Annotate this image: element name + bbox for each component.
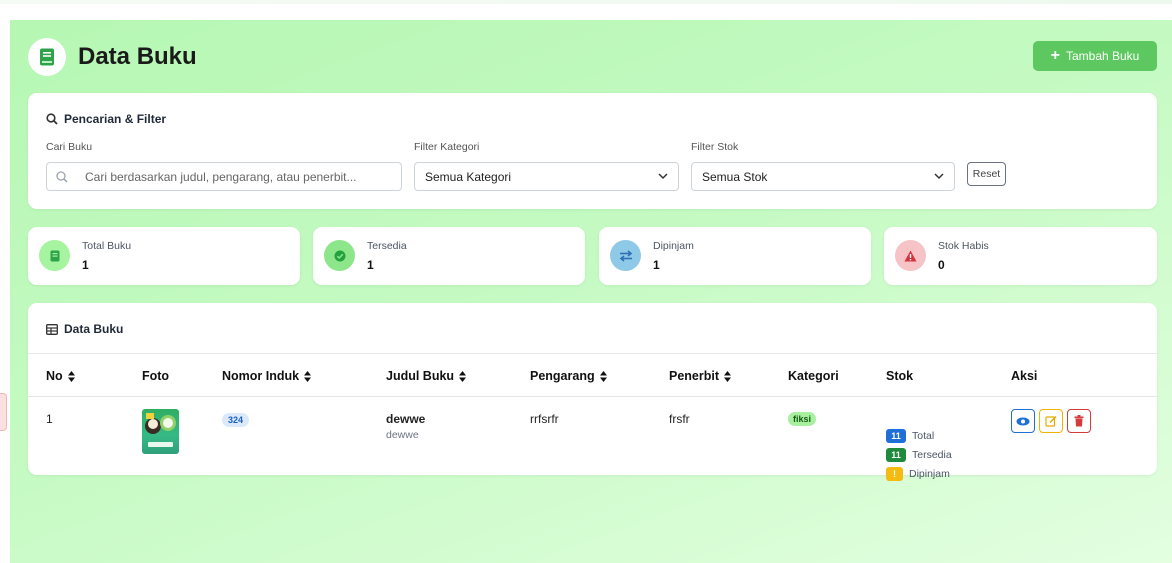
table-card: Data Buku No Foto Nomor Induk Judul Buku… bbox=[28, 303, 1157, 481]
plus-icon: + bbox=[1050, 47, 1060, 64]
filter-card: Pencarian & Filter Cari Buku Cari berdas… bbox=[28, 93, 1157, 209]
filter-title: Pencarian & Filter bbox=[46, 112, 166, 126]
stat-label: Dipinjam bbox=[653, 240, 694, 252]
column-header-kategori: Kategori bbox=[788, 369, 839, 383]
category-select-value: Semua Kategori bbox=[425, 169, 512, 184]
sort-icon bbox=[459, 370, 467, 382]
cell-no: 1 bbox=[46, 412, 53, 426]
chevron-down-icon bbox=[658, 173, 668, 180]
cell-judul: dewwe bbox=[386, 412, 426, 426]
sort-icon bbox=[724, 370, 732, 382]
reset-button[interactable]: Reset bbox=[967, 162, 1006, 186]
column-header-pengarang[interactable]: Pengarang bbox=[530, 369, 607, 383]
exchange-icon bbox=[610, 240, 641, 271]
search-placeholder: Cari berdasarkan judul, pengarang, atau … bbox=[85, 169, 357, 184]
check-circle-icon bbox=[324, 240, 355, 271]
column-label: Foto bbox=[142, 369, 170, 383]
column-label: Judul Buku bbox=[386, 369, 455, 383]
book-icon bbox=[39, 240, 70, 271]
sort-icon bbox=[67, 370, 75, 382]
view-button[interactable] bbox=[1011, 409, 1035, 433]
chevron-down-icon bbox=[934, 173, 944, 180]
stat-label: Total Buku bbox=[82, 240, 132, 252]
kategori-badge: fiksi bbox=[788, 412, 817, 426]
stat-card-out-of-stock: Stok Habis 0 bbox=[884, 227, 1157, 285]
column-label: No bbox=[46, 369, 63, 383]
search-icon bbox=[56, 170, 68, 182]
add-book-button[interactable]: + Tambah Buku bbox=[1033, 41, 1157, 71]
stock-select[interactable]: Semua Stok bbox=[691, 162, 955, 191]
sort-icon bbox=[599, 370, 607, 382]
category-label: Filter Kategori bbox=[414, 141, 480, 153]
stat-value: 1 bbox=[82, 258, 89, 272]
stok-tersedia-label: Tersedia bbox=[912, 449, 952, 461]
stok-total-count: 11 bbox=[886, 429, 906, 443]
stok-total: 11 Total bbox=[886, 429, 934, 443]
stat-card-available: Tersedia 1 bbox=[313, 227, 585, 285]
cell-pengarang: rrfsrfr bbox=[530, 412, 559, 426]
column-label: Stok bbox=[886, 369, 914, 383]
stat-value: 0 bbox=[938, 258, 945, 272]
edit-button[interactable] bbox=[1039, 409, 1063, 433]
page-title: Data Buku bbox=[78, 43, 197, 70]
stat-label: Tersedia bbox=[367, 240, 407, 252]
stat-value: 1 bbox=[367, 258, 374, 272]
nomor-induk-badge: 324 bbox=[222, 413, 250, 427]
sidebar-toggle-tab[interactable] bbox=[0, 393, 7, 431]
column-header-foto: Foto bbox=[142, 369, 169, 383]
search-icon bbox=[46, 113, 58, 125]
column-label: Aksi bbox=[1011, 369, 1038, 383]
warning-icon bbox=[895, 240, 926, 271]
stat-value: 1 bbox=[653, 258, 660, 272]
table-icon bbox=[46, 323, 58, 335]
stat-label: Stok Habis bbox=[938, 240, 989, 252]
stok-tersedia-count: 11 bbox=[886, 448, 906, 462]
stok-dipinjam-count: ! bbox=[886, 467, 903, 481]
column-label: Kategori bbox=[788, 369, 839, 383]
stok-dipinjam: ! Dipinjam bbox=[886, 467, 950, 481]
main-content: Data Buku + Tambah Buku Pencarian & Filt… bbox=[10, 20, 1172, 563]
column-header-penerbit[interactable]: Penerbit bbox=[669, 369, 732, 383]
column-header-stok: Stok bbox=[886, 369, 913, 383]
table-header: No Foto Nomor Induk Judul Buku Pengarang… bbox=[28, 353, 1157, 397]
stok-tersedia: 11 Tersedia bbox=[886, 448, 952, 462]
search-label: Cari Buku bbox=[46, 141, 93, 153]
add-book-label: Tambah Buku bbox=[1065, 49, 1140, 63]
stat-card-borrowed: Dipinjam 1 bbox=[599, 227, 871, 285]
table-title: Data Buku bbox=[46, 322, 123, 336]
stock-select-value: Semua Stok bbox=[702, 169, 768, 184]
column-header-judul-buku[interactable]: Judul Buku bbox=[386, 369, 467, 383]
stock-label: Filter Stok bbox=[691, 141, 739, 153]
column-header-nomor-induk[interactable]: Nomor Induk bbox=[222, 369, 312, 383]
column-label: Pengarang bbox=[530, 369, 595, 383]
book-cover-image[interactable] bbox=[142, 409, 179, 454]
top-border bbox=[0, 0, 1172, 4]
delete-button[interactable] bbox=[1067, 409, 1091, 433]
cell-penerbit: frsfr bbox=[669, 412, 690, 426]
eye-icon bbox=[1016, 417, 1030, 425]
column-header-no[interactable]: No bbox=[46, 369, 75, 383]
stat-card-total: Total Buku 1 bbox=[28, 227, 300, 285]
category-select[interactable]: Semua Kategori bbox=[414, 162, 679, 191]
sort-icon bbox=[304, 370, 312, 382]
column-label: Penerbit bbox=[669, 369, 720, 383]
column-label: Nomor Induk bbox=[222, 369, 300, 383]
book-icon bbox=[28, 38, 66, 76]
column-header-aksi: Aksi bbox=[1011, 369, 1037, 383]
trash-icon bbox=[1074, 415, 1084, 427]
edit-icon bbox=[1045, 415, 1057, 427]
filter-title-label: Pencarian & Filter bbox=[64, 112, 167, 126]
cell-judul-sub: dewwe bbox=[386, 429, 419, 441]
stok-dipinjam-label: Dipinjam bbox=[909, 468, 950, 480]
search-input[interactable]: Cari berdasarkan judul, pengarang, atau … bbox=[46, 162, 402, 191]
stok-total-label: Total bbox=[912, 430, 935, 442]
table-title-label: Data Buku bbox=[64, 322, 124, 336]
